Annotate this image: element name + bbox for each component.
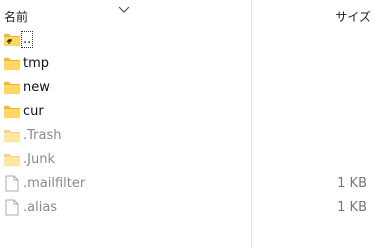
name-column-label: 名前 bbox=[4, 10, 29, 24]
folder-icon bbox=[3, 103, 21, 120]
list-item-hidden-folder[interactable]: .Junk bbox=[0, 148, 375, 172]
list-item-parent-folder[interactable]: .. bbox=[0, 28, 375, 52]
file-name: new bbox=[23, 80, 50, 95]
list-item-folder[interactable]: cur bbox=[0, 100, 375, 124]
file-list: .. tmp new cur .Trash .Junk .mailfilter … bbox=[0, 28, 375, 220]
file-name: .mailfilter bbox=[23, 176, 86, 191]
hidden-folder-icon bbox=[3, 151, 21, 168]
file-name: .. bbox=[20, 31, 34, 48]
folder-icon bbox=[3, 55, 21, 72]
folder-icon bbox=[3, 79, 21, 96]
hidden-folder-icon bbox=[3, 127, 21, 144]
name-column-header[interactable]: 名前 bbox=[0, 0, 250, 28]
file-size: 1 KB bbox=[337, 176, 367, 191]
file-name: cur bbox=[23, 104, 44, 119]
list-item-hidden-file[interactable]: .alias 1 KB bbox=[0, 196, 375, 220]
list-item-hidden-file[interactable]: .mailfilter 1 KB bbox=[0, 172, 375, 196]
file-size: 1 KB bbox=[337, 200, 367, 215]
file-name: tmp bbox=[23, 56, 50, 71]
file-name: .Junk bbox=[23, 152, 55, 167]
file-icon bbox=[3, 175, 21, 192]
file-icon bbox=[3, 199, 21, 216]
size-column-label: サイズ bbox=[335, 10, 371, 24]
column-header-bar: 名前 サイズ bbox=[0, 0, 375, 28]
file-name: .Trash bbox=[23, 128, 62, 143]
list-item-folder[interactable]: tmp bbox=[0, 52, 375, 76]
list-item-folder[interactable]: new bbox=[0, 76, 375, 100]
sort-descending-icon bbox=[118, 0, 130, 13]
file-name: .alias bbox=[23, 200, 58, 215]
list-item-hidden-folder[interactable]: .Trash bbox=[0, 124, 375, 148]
parent-folder-icon bbox=[3, 31, 21, 48]
file-list-window: 名前 サイズ .. tmp new cur .Trash .Junk .mail… bbox=[0, 0, 375, 249]
size-column-header[interactable]: サイズ bbox=[252, 0, 375, 28]
